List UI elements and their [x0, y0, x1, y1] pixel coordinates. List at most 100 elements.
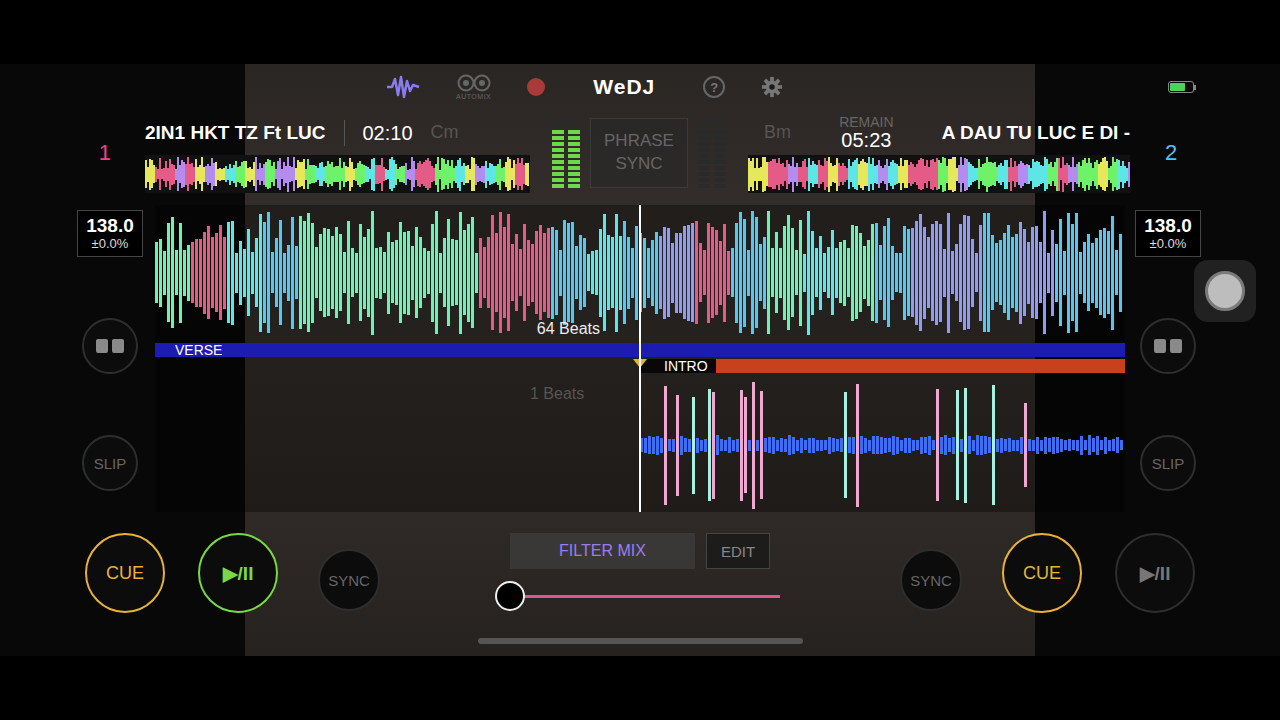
waveform-bar [839, 242, 842, 303]
level-meter [698, 118, 710, 188]
overview-bar [413, 161, 415, 187]
phrase-sync-button[interactable]: PHRASE SYNC [590, 118, 688, 188]
overview-bar [197, 167, 199, 181]
waveform-icon[interactable] [386, 75, 420, 99]
waveform-bar [659, 236, 662, 309]
filter-mix-button[interactable]: FILTER MIX [510, 533, 695, 569]
overview-bar [894, 163, 896, 185]
waveform-bar [936, 389, 939, 501]
crossfader[interactable] [495, 580, 785, 614]
play-pause-button[interactable]: ▶/II [1115, 533, 1195, 613]
waveform-bar [656, 436, 659, 455]
waveform-bar [919, 214, 922, 331]
bpm-display[interactable]: 138.0±0.0% [1135, 210, 1201, 257]
slip-button[interactable]: SLIP [82, 435, 138, 491]
overview-bar [1106, 161, 1108, 187]
waveform-bar [835, 248, 838, 298]
waveform-bar [696, 438, 699, 453]
overview-bar [191, 163, 193, 185]
assistive-touch-button[interactable] [1194, 260, 1256, 322]
overview-bar [179, 165, 181, 183]
meter-segment [698, 148, 710, 152]
waveform-bar [720, 439, 723, 451]
overview-bar [1128, 162, 1130, 187]
overview-bar [223, 168, 225, 180]
automix-button[interactable]: AUTOMIX [456, 74, 491, 100]
meter-segment [568, 172, 580, 176]
meter-segment [552, 160, 564, 164]
waveform-bar [463, 230, 466, 315]
overview-bar [245, 161, 247, 187]
meter-segment [714, 154, 726, 158]
waveform-bar [195, 239, 198, 307]
overview-bar [397, 169, 399, 179]
bpm-display[interactable]: 138.0±0.0% [77, 210, 143, 257]
overview-bar [521, 158, 523, 190]
overview-bar [832, 166, 834, 182]
waveform-bar [1116, 437, 1119, 453]
overview-waveform[interactable] [145, 155, 530, 193]
overview-bar [1122, 161, 1124, 188]
overview-bar [954, 157, 956, 191]
crossfader-knob[interactable] [495, 581, 525, 611]
waveform-bar [976, 435, 979, 455]
waveform-display[interactable]: 64 BeatsVERSEINTRO1 Beats [155, 205, 1125, 512]
meter-segment [568, 166, 580, 170]
waveform-bar [427, 251, 430, 294]
overview-bar [347, 167, 349, 181]
overview-bar [1014, 161, 1016, 187]
record-button[interactable] [527, 78, 545, 96]
gear-icon[interactable] [761, 76, 783, 98]
loop-button[interactable] [1140, 318, 1196, 374]
cue-button[interactable]: CUE [85, 533, 165, 613]
meter-segment [714, 178, 726, 182]
overview-bar [1056, 158, 1058, 191]
waveform-bar [1067, 213, 1070, 333]
waveform-bar [967, 216, 970, 329]
overview-bar [307, 159, 309, 189]
overview-bar [830, 163, 832, 186]
waveform-bar [980, 436, 983, 455]
waveform-bar [751, 211, 754, 334]
overview-bar [173, 165, 175, 184]
meter-segment [552, 178, 564, 182]
waveform-bar [243, 249, 246, 297]
waveform-bar [383, 252, 386, 293]
meter-segment [698, 136, 710, 140]
waveform-bar [1103, 228, 1106, 318]
overview-waveform[interactable] [748, 155, 1130, 193]
overview-bar [399, 167, 401, 182]
waveform-bar [527, 240, 530, 306]
meter-segment [714, 136, 726, 140]
waveform-bar [323, 228, 326, 317]
overview-bar [822, 166, 824, 182]
edit-button[interactable]: EDIT [706, 533, 770, 569]
waveform-bar [255, 238, 258, 307]
waveform-bar [515, 234, 518, 311]
loop-button[interactable] [82, 318, 138, 374]
waveform-bar [503, 227, 506, 318]
waveform-bar [691, 223, 694, 322]
overview-bar [349, 158, 351, 191]
waveform-bar [635, 226, 638, 320]
cue-button[interactable]: CUE [1002, 533, 1082, 613]
waveform-bar [283, 253, 286, 293]
overview-bar [363, 165, 365, 183]
overview-bar [401, 166, 403, 182]
sync-button[interactable]: SYNC [900, 549, 962, 611]
overview-bar [778, 158, 780, 190]
help-button[interactable]: ? [703, 76, 725, 98]
waveform-bar [868, 440, 871, 451]
slip-button[interactable]: SLIP [1140, 435, 1196, 491]
overview-bar [1118, 160, 1120, 189]
sync-button[interactable]: SYNC [318, 549, 380, 611]
waveform-bar [836, 439, 839, 451]
overview-bar [335, 166, 337, 182]
overview-bar [377, 165, 379, 184]
overview-bar [994, 162, 996, 186]
overview-bar [804, 159, 806, 189]
waveform-bar [820, 440, 823, 451]
waveform-bar [1108, 440, 1111, 451]
waveform-bar [1016, 440, 1019, 451]
play-pause-button[interactable]: ▶/II [198, 533, 278, 613]
